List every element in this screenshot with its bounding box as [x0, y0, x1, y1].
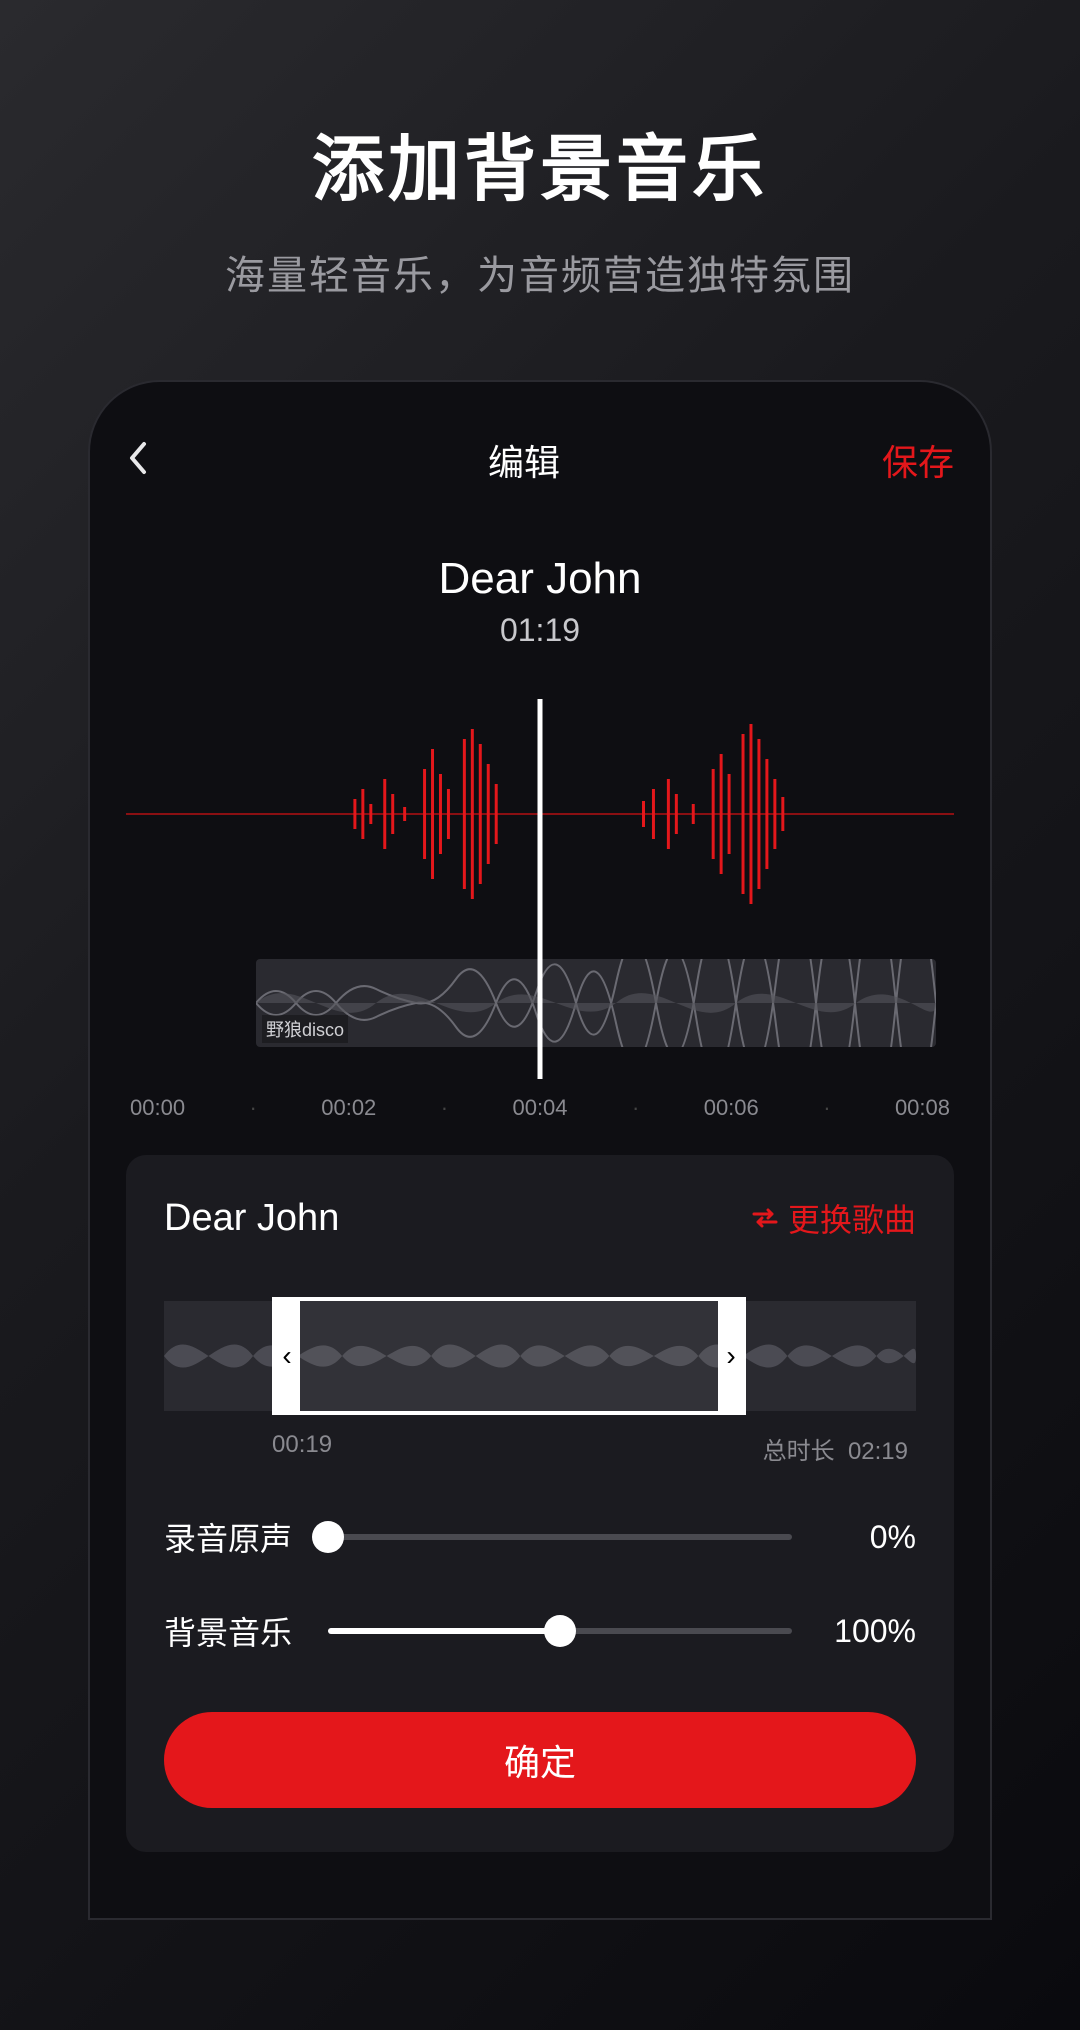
nav-title: 编辑: [488, 434, 560, 486]
confirm-button[interactable]: 确定: [164, 1712, 916, 1808]
bgm-volume-slider[interactable]: [328, 1628, 792, 1634]
track-time: 01:19: [126, 612, 954, 649]
nav-bar: 编辑 保存: [126, 430, 954, 490]
save-button[interactable]: 保存: [882, 434, 954, 486]
bgm-volume-row: 背景音乐 100%: [164, 1608, 916, 1654]
timeline-mark: 00:00: [130, 1095, 185, 1121]
trim-start-time: 00:19: [272, 1431, 332, 1466]
original-volume-slider[interactable]: [328, 1534, 792, 1540]
trim-total: 总时长 02:19: [763, 1431, 916, 1466]
timeline-mark: 00:06: [704, 1095, 759, 1121]
promo-title: 添加背景音乐: [0, 110, 1080, 215]
bgm-clip-label: 野狼disco: [262, 1015, 348, 1043]
original-volume-label: 录音原声: [164, 1514, 304, 1560]
original-volume-row: 录音原声 0%: [164, 1514, 916, 1560]
timeline-mark: 00:08: [895, 1095, 950, 1121]
playhead[interactable]: [538, 699, 543, 1079]
slider-thumb[interactable]: [544, 1615, 576, 1647]
waveform-area[interactable]: 野狼disco: [126, 659, 954, 1079]
bgm-volume-label: 背景音乐: [164, 1608, 304, 1654]
back-button[interactable]: [126, 440, 166, 481]
timeline: 00:00 · 00:02 · 00:04 · 00:06 · 00:08: [126, 1095, 954, 1121]
trim-handle-left[interactable]: ‹: [274, 1301, 300, 1411]
promo-subtitle: 海量轻音乐，为音频营造独特氛围: [0, 243, 1080, 301]
bgm-volume-value: 100%: [816, 1613, 916, 1650]
phone-frame: 编辑 保存 Dear John 01:19: [88, 380, 992, 1920]
swap-icon: [750, 1207, 780, 1229]
track-title: Dear John: [126, 554, 954, 604]
chevron-left-icon: [126, 440, 148, 476]
timeline-mark: 00:04: [512, 1095, 567, 1121]
bgm-title: Dear John: [164, 1197, 339, 1240]
trim-handle-right[interactable]: ›: [718, 1301, 744, 1411]
original-volume-value: 0%: [816, 1519, 916, 1556]
swap-song-button[interactable]: 更换歌曲: [750, 1195, 916, 1241]
timeline-mark: 00:02: [321, 1095, 376, 1121]
swap-song-label: 更换歌曲: [788, 1195, 916, 1241]
trim-window[interactable]: ‹ ›: [272, 1297, 746, 1415]
bgm-clip[interactable]: 野狼disco: [256, 959, 936, 1047]
slider-thumb[interactable]: [312, 1521, 344, 1553]
trim-area[interactable]: ‹ ›: [164, 1301, 916, 1411]
bgm-panel: Dear John 更换歌曲 ‹ › 00:19: [126, 1155, 954, 1852]
